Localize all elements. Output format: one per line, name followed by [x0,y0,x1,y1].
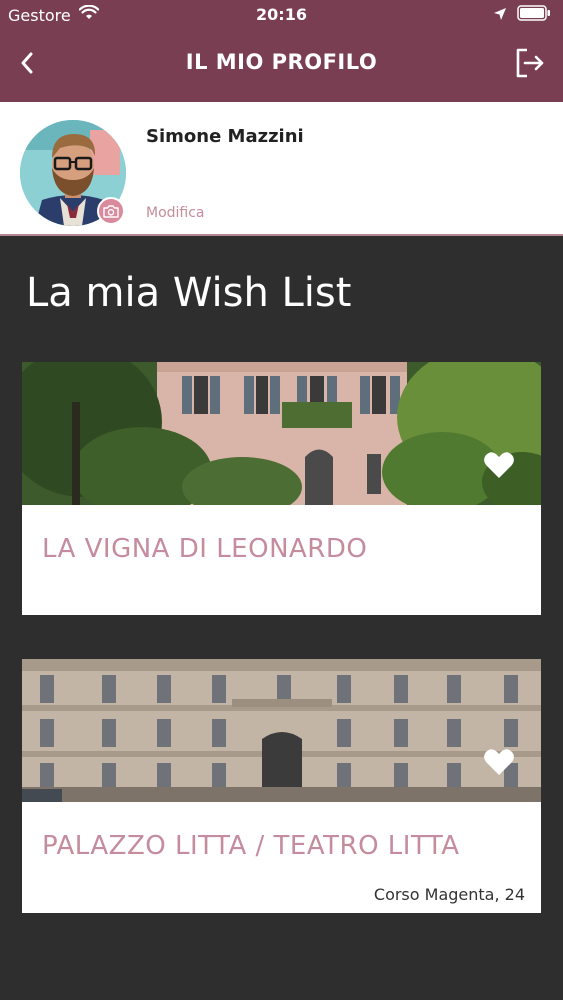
favorite-heart-button[interactable] [483,450,515,480]
status-time: 20:16 [256,5,307,24]
card-image [22,362,541,505]
profile-name: Simone Mazzini [146,126,304,147]
profile-section: Simone Mazzini Modifica [0,102,563,236]
page-title: IL MIO PROFILO [185,50,378,74]
status-right [493,5,551,25]
wishlist-card[interactable]: LA VIGNA DI LEONARDO [22,362,541,615]
card-address: Corso Magenta, 24 [373,885,525,904]
edit-profile-link[interactable]: Modifica [146,205,205,221]
heart-icon [484,749,514,775]
change-photo-button[interactable] [97,197,125,225]
favorite-heart-button[interactable] [483,747,515,777]
logout-icon [516,48,544,78]
wishlist-card[interactable]: PALAZZO LITTA / TEATRO LITTA Corso Magen… [22,659,541,913]
nav-bar: IL MIO PROFILO [0,36,563,90]
battery-icon [517,5,551,25]
card-title: LA VIGNA DI LEONARDO [42,534,368,564]
status-bar: Gestore 20:16 [0,0,563,30]
camera-icon [103,205,119,218]
card-image [22,659,541,802]
heart-icon [484,452,514,478]
location-arrow-icon [493,6,507,25]
card-title: PALAZZO LITTA / TEATRO LITTA [42,831,460,861]
logout-button[interactable] [513,46,547,80]
top-bar: Gestore 20:16 IL MIO PROFILO [0,0,563,102]
wishlist-title: La mia Wish List [26,270,352,316]
